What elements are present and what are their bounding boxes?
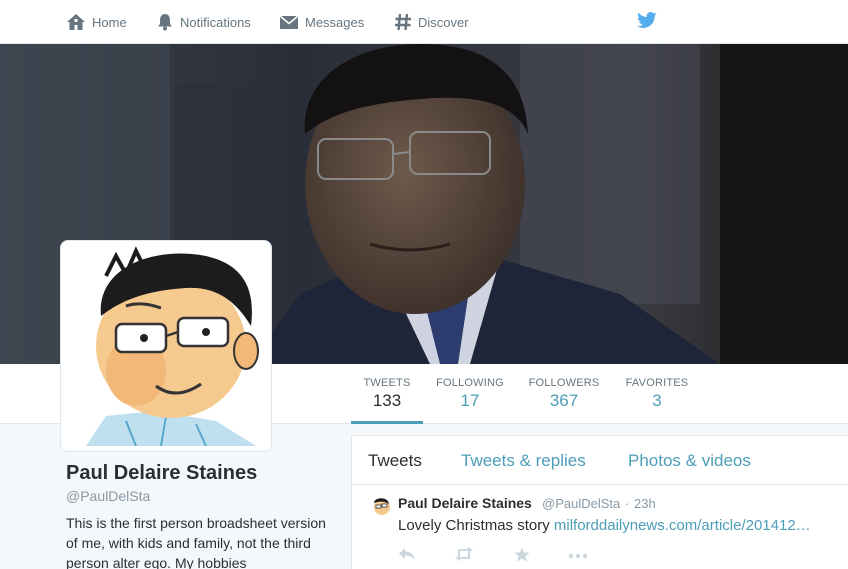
stat-followers-label: FOLLOWERS bbox=[528, 377, 600, 389]
stat-favorites[interactable]: FAVORITES 3 bbox=[621, 364, 693, 424]
stat-followers-value: 367 bbox=[549, 391, 579, 410]
envelope-icon bbox=[279, 15, 299, 29]
tweet-avatar-image bbox=[370, 495, 392, 517]
tweet-author-handle[interactable]: @PaulDelSta bbox=[542, 496, 620, 511]
nav-messages[interactable]: Messages bbox=[279, 0, 364, 44]
stat-following-label: FOLLOWING bbox=[436, 377, 504, 389]
profile-avatar[interactable] bbox=[60, 240, 272, 452]
stat-favorites-value: 3 bbox=[652, 391, 662, 410]
tweet-author-name[interactable]: Paul Delaire Staines bbox=[398, 495, 532, 511]
home-icon bbox=[67, 14, 85, 30]
twitter-bird-icon[interactable] bbox=[636, 12, 658, 30]
tweet-timestamp[interactable]: 23h bbox=[634, 496, 656, 511]
tweet-text: Lovely Christmas story milforddailynews.… bbox=[398, 517, 811, 534]
nav-messages-label: Messages bbox=[305, 14, 365, 30]
nav-discover[interactable]: Discover bbox=[394, 0, 469, 44]
tab-photos-and-videos[interactable]: Photos & videos bbox=[628, 451, 751, 471]
tweet-body: Lovely Christmas story bbox=[398, 517, 550, 534]
nav-notifications[interactable]: Notifications bbox=[156, 0, 251, 44]
nav-notifications-label: Notifications bbox=[180, 14, 251, 30]
tab-tweets[interactable]: Tweets bbox=[368, 451, 422, 471]
profile-handle[interactable]: @PaulDelSta bbox=[66, 488, 150, 504]
tweet-separator: · bbox=[625, 496, 630, 511]
nav-discover-label: Discover bbox=[418, 14, 469, 30]
stat-followers[interactable]: FOLLOWERS 367 bbox=[524, 364, 604, 424]
stat-favorites-label: FAVORITES bbox=[625, 377, 689, 389]
tweet-item[interactable]: Paul Delaire Staines @PaulDelSta · 23h L… bbox=[352, 485, 848, 569]
nav-home-label: Home bbox=[92, 14, 127, 30]
stat-following-value: 17 bbox=[460, 391, 480, 410]
timeline-tabs: Tweets Tweets & replies Photos & videos bbox=[352, 436, 848, 485]
tweet-link[interactable]: milforddailynews.com/article/201412… bbox=[554, 517, 811, 534]
nav-home[interactable]: Home bbox=[66, 0, 127, 44]
timeline: Tweets Tweets & replies Photos & videos … bbox=[351, 435, 848, 569]
favorite-star-icon[interactable] bbox=[514, 547, 530, 563]
avatar-caricature-image bbox=[66, 246, 266, 446]
stat-tweets[interactable]: TWEETS 133 bbox=[351, 364, 423, 424]
reply-icon[interactable] bbox=[398, 547, 416, 561]
tweet-avatar[interactable] bbox=[370, 495, 392, 517]
retweet-icon[interactable] bbox=[454, 547, 474, 561]
bell-icon bbox=[158, 14, 172, 31]
stat-following[interactable]: FOLLOWING 17 bbox=[432, 364, 508, 424]
hash-icon bbox=[395, 13, 411, 31]
tab-tweets-and-replies[interactable]: Tweets & replies bbox=[461, 451, 586, 471]
stat-tweets-value: 133 bbox=[372, 391, 402, 410]
stat-tweets-label: TWEETS bbox=[363, 377, 411, 389]
more-options-icon[interactable] bbox=[568, 553, 588, 559]
profile-bio: This is the first person broadsheet vers… bbox=[66, 515, 326, 569]
top-navigation: Home Notifications Messages Discover bbox=[0, 0, 848, 44]
profile-name[interactable]: Paul Delaire Staines bbox=[66, 462, 257, 485]
